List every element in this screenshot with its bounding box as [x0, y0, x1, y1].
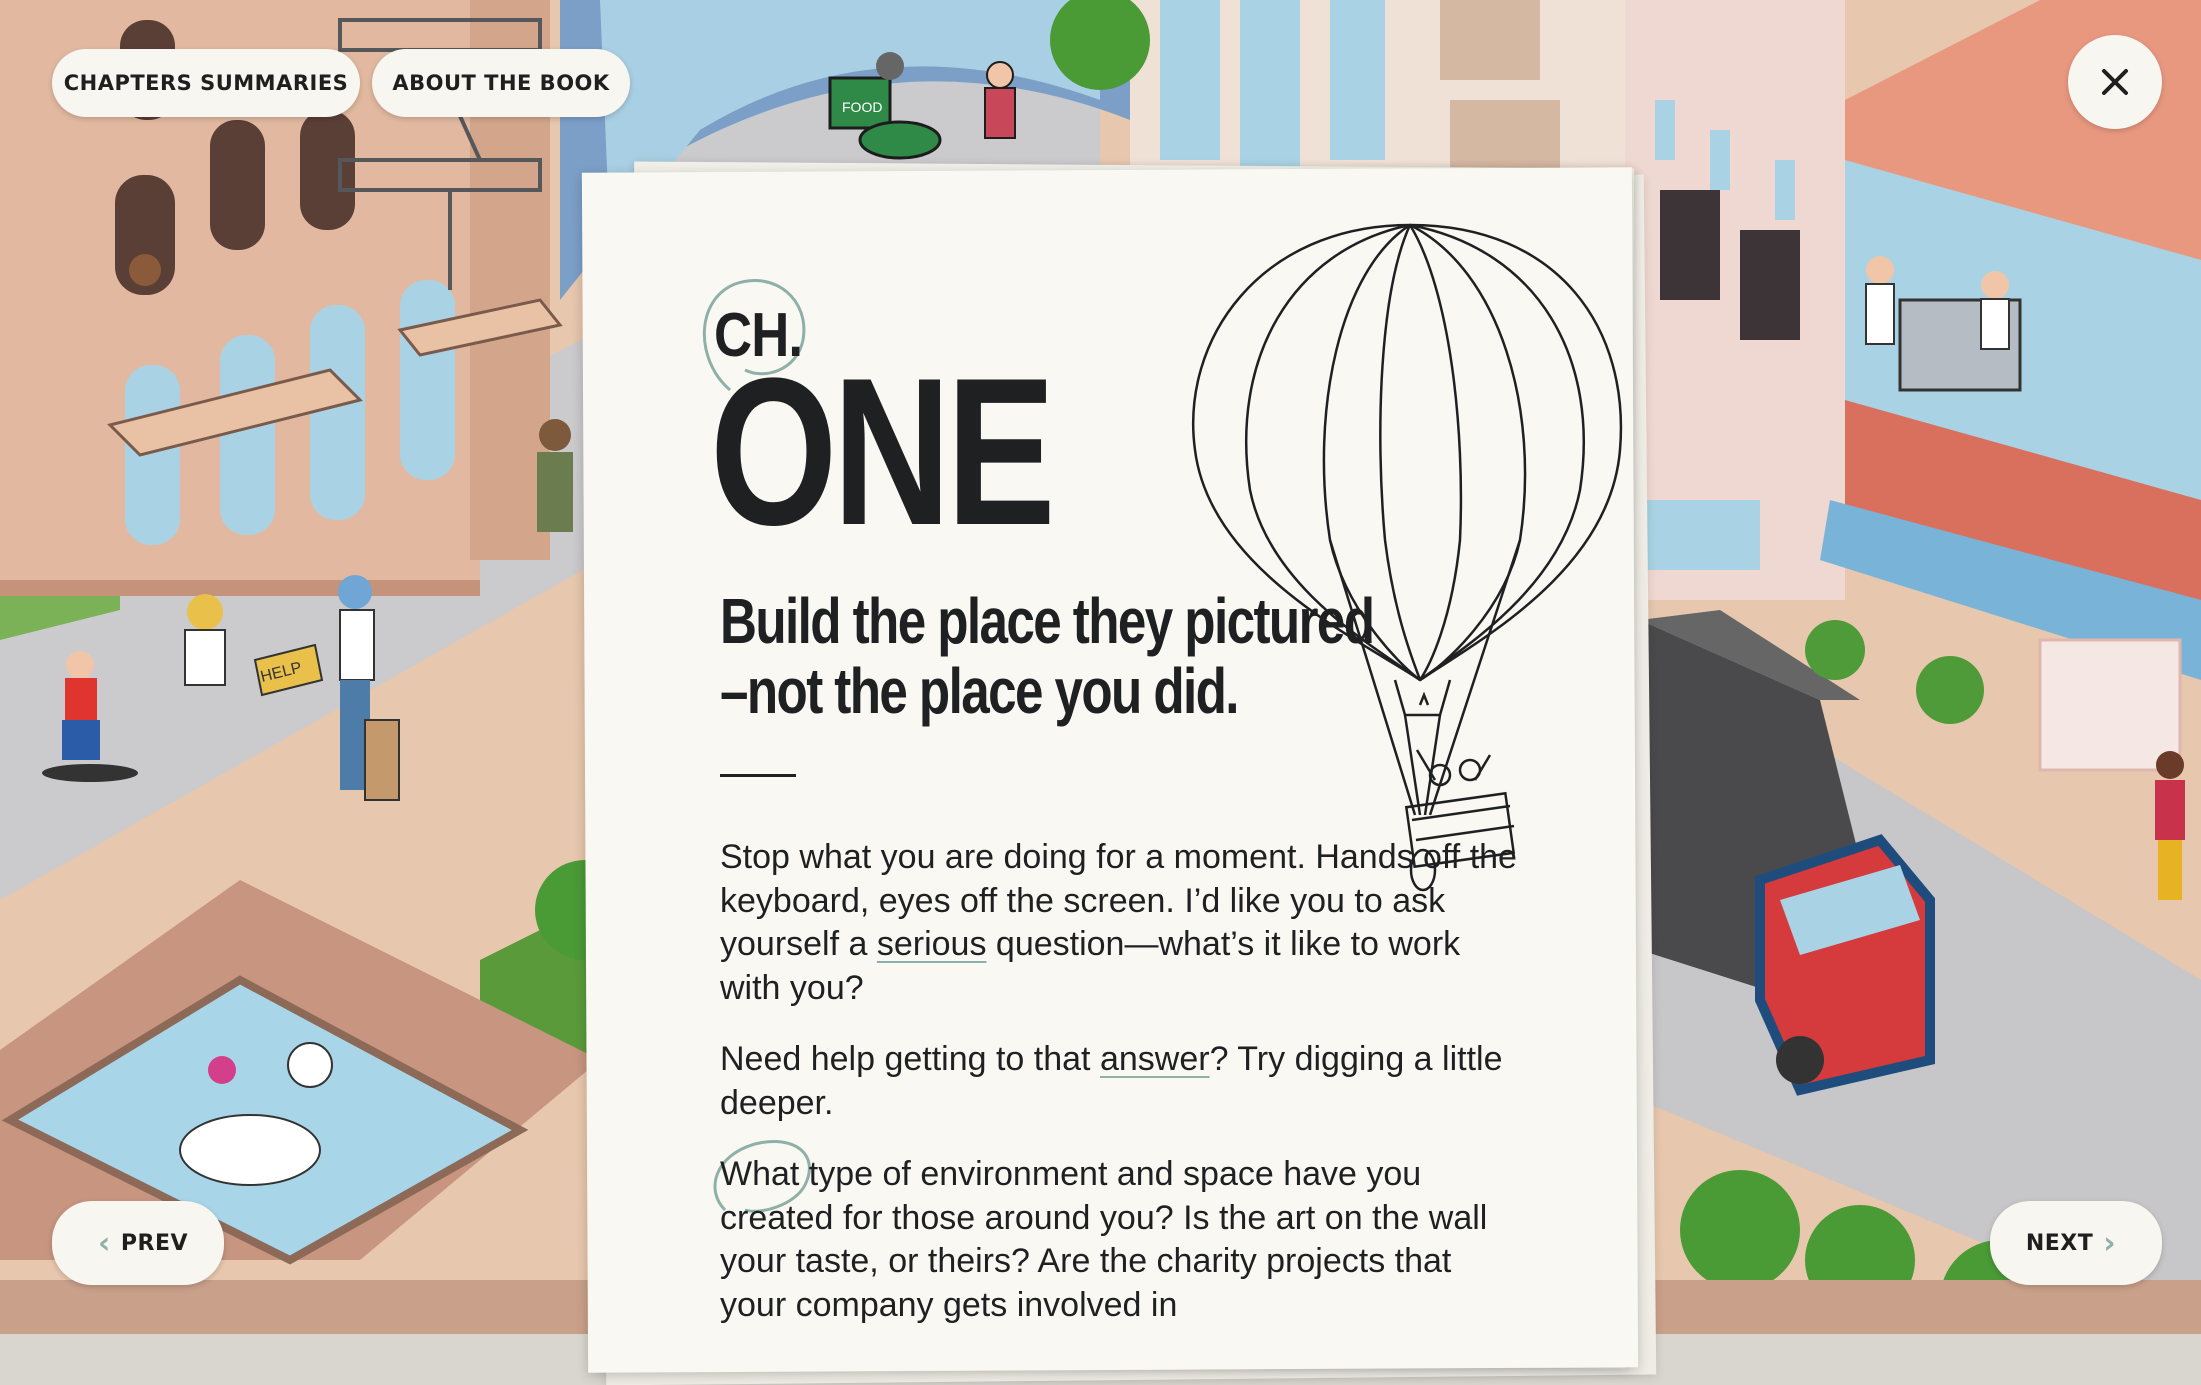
- hot-air-balloon-illustration: [1192, 223, 1623, 892]
- underlined-word-answer: answer: [1099, 1040, 1210, 1078]
- chevron-right-icon: ›: [2103, 1225, 2117, 1261]
- prev-button[interactable]: ‹ PREV: [52, 1201, 224, 1285]
- about-the-book-label: ABOUT THE BOOK: [392, 71, 610, 95]
- close-icon: [2102, 69, 2128, 95]
- chevron-left-icon: ‹: [98, 1225, 111, 1261]
- close-button[interactable]: [2068, 35, 2162, 129]
- body-paragraph-2: Need help getting to that answer? Try di…: [720, 1038, 1520, 1125]
- chapter-title: Build the place they pictured –not the p…: [720, 586, 1440, 726]
- body-paragraph-3: What type of environment and space have …: [720, 1155, 1488, 1324]
- prev-label: PREV: [120, 1230, 188, 1256]
- chapter-number-heading: ONE: [710, 334, 1056, 569]
- chapters-summaries-button[interactable]: CHAPTERS SUMMARIES: [52, 49, 360, 117]
- paragraph-text: Need help getting to that: [720, 1040, 1100, 1078]
- chapters-summaries-label: CHAPTERS SUMMARIES: [63, 71, 349, 95]
- scooter-box-text: FOOD: [842, 99, 882, 115]
- about-the-book-button[interactable]: ABOUT THE BOOK: [372, 49, 630, 117]
- next-label: NEXT: [2025, 1230, 2094, 1256]
- chapter-title-line-1: Build the place they pictured: [720, 585, 1375, 657]
- underlined-word-serious: serious: [876, 925, 987, 963]
- next-button[interactable]: NEXT ›: [1990, 1201, 2162, 1285]
- title-divider: [720, 774, 796, 777]
- chapter-title-line-2: –not the place you did.: [720, 655, 1240, 727]
- body-paragraph-1: Stop what you are doing for a moment. Ha…: [720, 836, 1520, 1010]
